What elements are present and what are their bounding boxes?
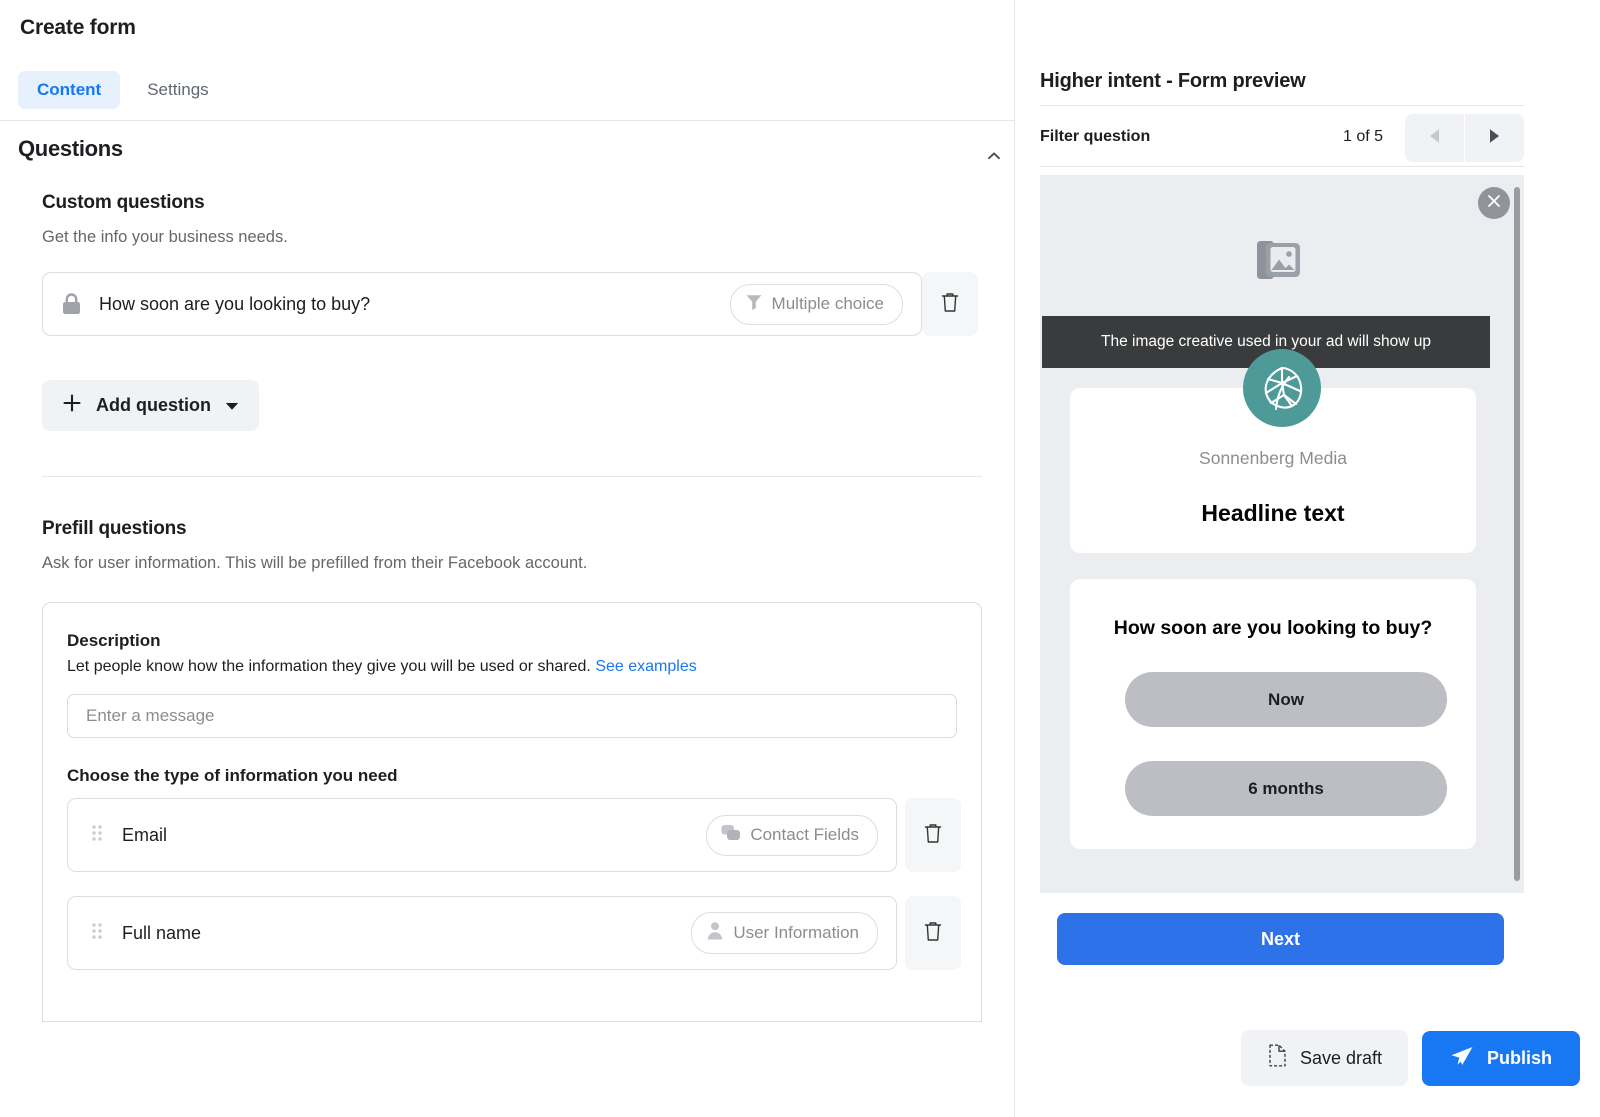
preview-next-cta-button[interactable]: Next — [1057, 913, 1504, 965]
delete-prefill-email-button[interactable] — [905, 798, 961, 872]
preview-page-count: 1 of 5 — [1343, 128, 1383, 146]
custom-question-row[interactable]: How soon are you looking to buy? Multipl… — [42, 272, 922, 336]
questions-heading: Questions — [18, 136, 123, 162]
editor-scroll-area[interactable]: Custom questions Get the info your busin… — [0, 180, 1015, 1117]
prefill-category-pill-email[interactable]: Contact Fields — [706, 815, 878, 856]
preview-title: Higher intent - Form preview — [1040, 70, 1306, 93]
dialog-footer: Save draft Publish — [1241, 1030, 1580, 1086]
trash-icon — [939, 290, 961, 319]
prefill-row-full-name[interactable]: Full name User Information — [67, 896, 897, 970]
custom-questions-description: Get the info your business needs. — [42, 228, 288, 247]
preview-question-card: How soon are you looking to buy? Now 6 m… — [1070, 579, 1476, 849]
publish-button[interactable]: Publish — [1422, 1031, 1580, 1086]
preview-headline: Headline text — [1070, 500, 1476, 527]
filter-icon — [745, 293, 763, 316]
tab-settings[interactable]: Settings — [128, 71, 227, 109]
prefill-category-label-email: Contact Fields — [750, 825, 859, 845]
image-placeholder-icon — [1256, 237, 1308, 292]
save-draft-label: Save draft — [1300, 1048, 1382, 1069]
form-preview-canvas: The image creative used in your ad will … — [1040, 175, 1524, 893]
drag-handle-icon[interactable] — [90, 921, 106, 946]
custom-question-label: How soon are you looking to buy? — [99, 294, 730, 315]
custom-questions-heading: Custom questions — [42, 192, 205, 214]
see-examples-link[interactable]: See examples — [595, 658, 696, 675]
user-icon — [706, 921, 724, 945]
sonnenberg-leaf-logo — [1243, 349, 1321, 427]
preview-divider-top — [1040, 105, 1524, 106]
drag-handle-icon[interactable] — [90, 823, 106, 848]
preview-answer-option-6-months[interactable]: 6 months — [1125, 761, 1447, 816]
description-helper-text: Let people know how the information they… — [67, 658, 591, 675]
description-input[interactable]: Enter a message — [67, 694, 957, 738]
preview-close-button[interactable] — [1478, 187, 1510, 219]
prefill-category-pill-full-name[interactable]: User Information — [691, 912, 878, 954]
prefill-category-label-full-name: User Information — [733, 923, 859, 943]
publish-label: Publish — [1487, 1048, 1552, 1069]
trash-icon — [922, 919, 944, 948]
lock-icon — [61, 292, 87, 316]
close-circle-icon — [1485, 192, 1503, 215]
tab-divider — [0, 120, 1015, 121]
description-helper: Let people know how the information they… — [67, 658, 697, 676]
tab-content[interactable]: Content — [18, 71, 120, 109]
contact-fields-icon — [721, 824, 741, 847]
question-type-pill[interactable]: Multiple choice — [730, 284, 903, 325]
chevron-up-icon[interactable] — [982, 144, 1006, 168]
prefill-questions-heading: Prefill questions — [42, 518, 186, 540]
triangle-left-icon — [1428, 128, 1441, 149]
save-draft-button[interactable]: Save draft — [1241, 1030, 1408, 1086]
preview-divider-bottom — [1040, 166, 1524, 167]
plus-icon — [62, 393, 82, 418]
question-type-label: Multiple choice — [772, 294, 884, 314]
prefill-card: Description Let people know how the info… — [42, 602, 982, 1022]
prefill-label-full-name: Full name — [122, 923, 691, 944]
caret-down-icon — [225, 395, 239, 416]
section-divider — [42, 476, 982, 477]
prefill-questions-description: Ask for user information. This will be p… — [42, 554, 587, 573]
document-icon — [1267, 1044, 1287, 1072]
create-form-dialog: Create form Content Settings Questions C… — [0, 0, 1600, 1117]
page-title: Create form — [20, 16, 136, 40]
add-question-label: Add question — [96, 395, 211, 416]
form-preview-panel: Higher intent - Form preview Filter ques… — [1016, 0, 1600, 1117]
preview-question-text: How soon are you looking to buy? — [1070, 617, 1476, 640]
delete-prefill-full-name-button[interactable] — [905, 896, 961, 970]
trash-icon — [922, 821, 944, 850]
choose-info-type-label: Choose the type of information you need — [67, 766, 398, 786]
prefill-row-email[interactable]: Email Contact Fields — [67, 798, 897, 872]
form-editor-panel: Create form Content Settings Questions C… — [0, 0, 1015, 1117]
preview-scrollbar[interactable] — [1514, 187, 1520, 881]
delete-custom-question-button[interactable] — [922, 272, 978, 336]
description-label: Description — [67, 631, 161, 651]
prefill-label-email: Email — [122, 825, 706, 846]
preview-answer-option-now[interactable]: Now — [1125, 672, 1447, 727]
triangle-right-icon — [1488, 128, 1501, 149]
preview-next-button[interactable] — [1465, 114, 1524, 162]
preview-brand-name: Sonnenberg Media — [1070, 448, 1476, 469]
filter-question-label: Filter question — [1040, 128, 1150, 146]
paper-plane-icon — [1450, 1045, 1474, 1072]
tab-bar: Content Settings — [18, 71, 228, 109]
preview-pager — [1405, 114, 1524, 162]
preview-prev-button[interactable] — [1405, 114, 1464, 162]
add-question-button[interactable]: Add question — [42, 380, 259, 431]
